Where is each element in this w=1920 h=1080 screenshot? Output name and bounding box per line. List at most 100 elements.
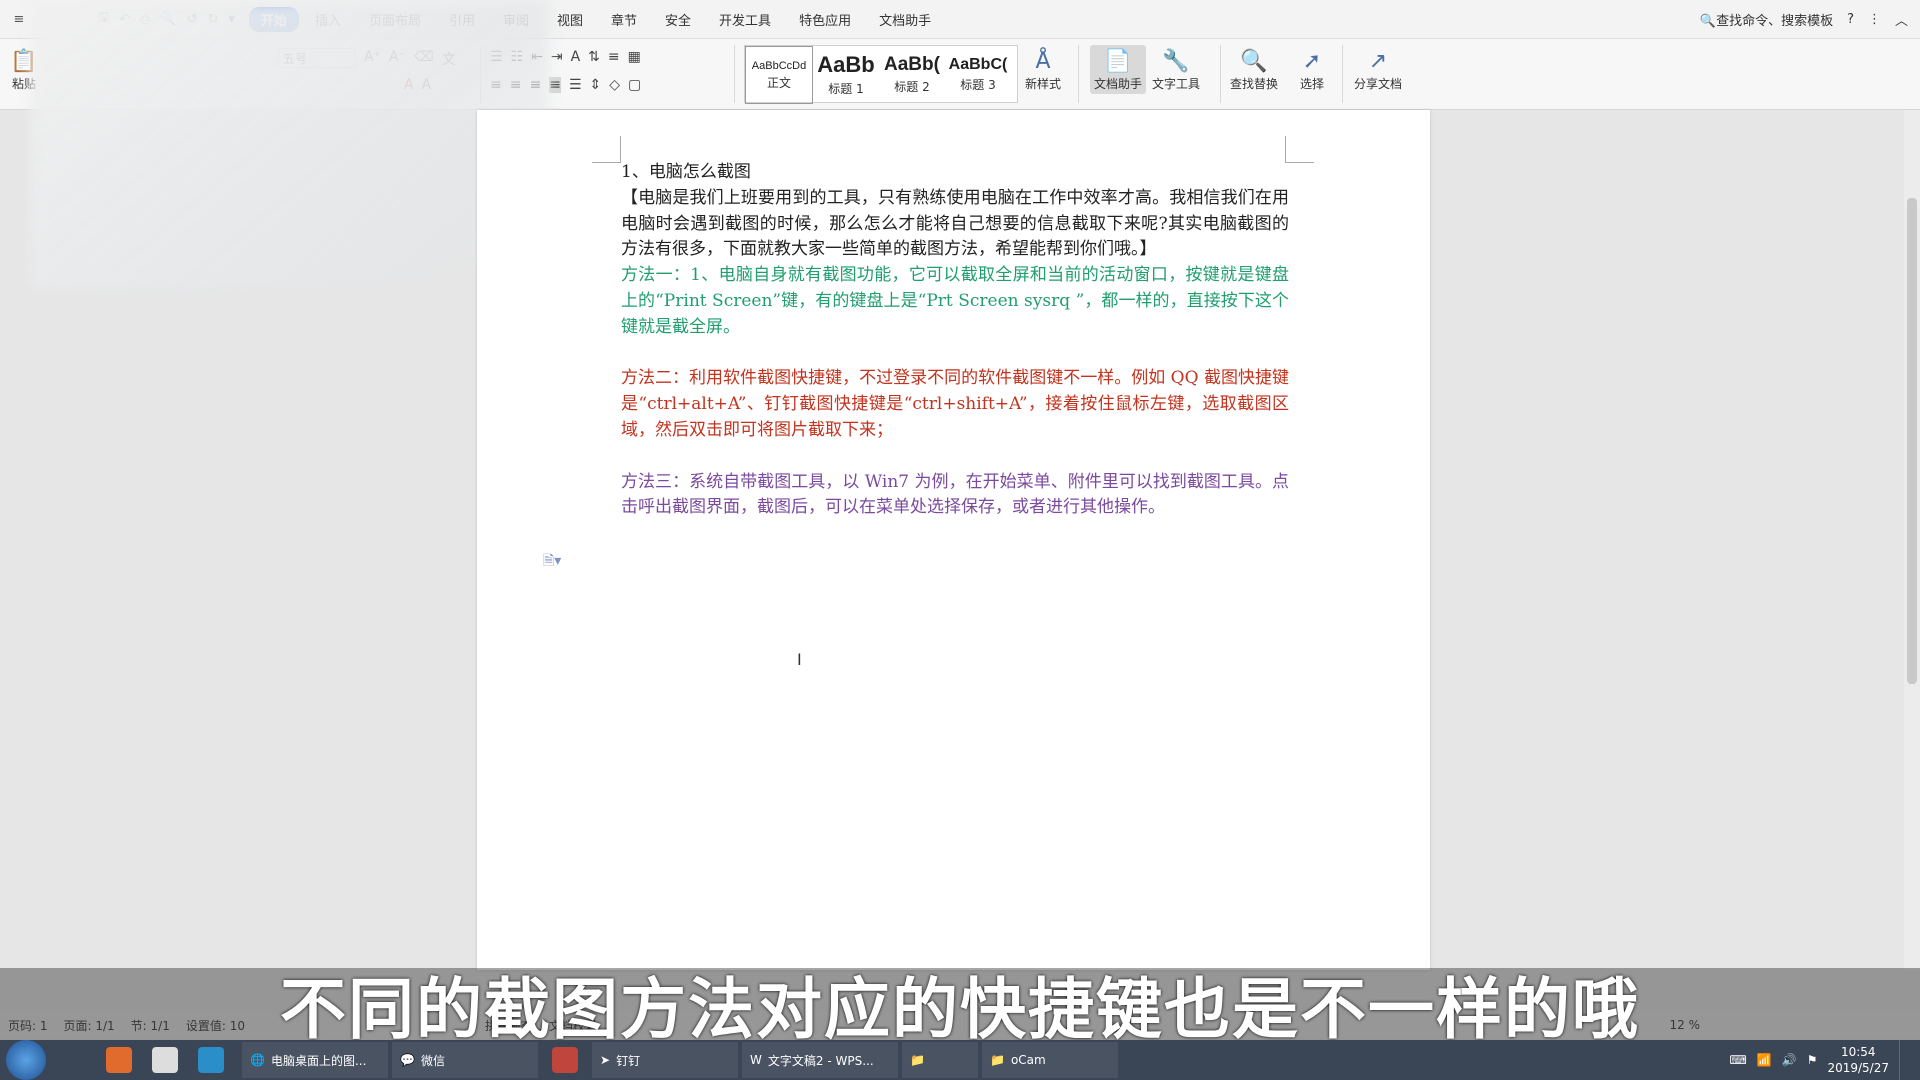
shading-icon[interactable]: ◇ — [609, 77, 620, 93]
undo-icon[interactable]: ↶ — [119, 12, 130, 27]
new-style-label: 新样式 — [1025, 77, 1062, 91]
line-spacing-icon[interactable]: ≡ — [608, 49, 620, 65]
styles-gallery: AaBbCcDd 正文 AaBb 标题 1 AaBb( 标题 2 AaBbC( … — [744, 45, 1018, 104]
document-body[interactable]: 1、电脑怎么截图 【电脑是我们上班要用到的工具，只有熟练使用电脑在工作中效率才高… — [621, 160, 1289, 521]
style-normal[interactable]: AaBbCcDd 正文 — [745, 46, 813, 104]
font-color-icon[interactable]: A — [404, 77, 414, 93]
cursor-arrow-icon: ➚ — [1302, 48, 1322, 74]
font-size-select[interactable]: 五号 — [278, 48, 356, 68]
margin-corner-top-left — [592, 136, 621, 163]
menu-tabs: 开始 插入 页面布局 引用 审阅 视图 章节 安全 开发工具 特色应用 文档助手 — [248, 6, 943, 32]
menu-right: 🔍查找命令、搜索模板 ? ⋮ ︿ — [1700, 0, 1908, 38]
app-icon-4[interactable] — [552, 1047, 578, 1073]
justify-icon[interactable]: ≡ — [549, 77, 561, 93]
style-normal-label: 正文 — [766, 75, 791, 90]
taskbar-item-wechat[interactable]: 💬 微信 — [392, 1042, 538, 1078]
border-icon[interactable]: ▢ — [628, 77, 641, 93]
save-icon[interactable]: 🖫 — [98, 8, 109, 30]
clear-format-icon[interactable]: ⌫ — [414, 49, 434, 69]
print-preview-icon[interactable]: 🔍 — [160, 12, 176, 27]
start-button[interactable] — [6, 1040, 46, 1080]
app-icon-1[interactable] — [106, 1047, 132, 1073]
taskbar-item-label: 微信 — [420, 1053, 445, 1068]
help-button[interactable]: ? — [1847, 12, 1854, 27]
grow-font-icon[interactable]: A⁺ — [364, 49, 381, 69]
paragraph-options-icon[interactable]: 🗎▾ — [543, 550, 561, 574]
doc-heading: 1、电脑怎么截图 — [621, 162, 751, 182]
print-icon[interactable]: ⎙ — [140, 12, 150, 27]
tab-review[interactable]: 审阅 — [491, 7, 541, 32]
redo-arrow-icon[interactable]: ↻ — [207, 12, 218, 27]
taskbar-item-folder[interactable]: 📁 — [902, 1042, 978, 1078]
style-heading-3[interactable]: AaBbC( 标题 3 — [945, 46, 1011, 102]
wechat-icon: 💬 — [400, 1053, 415, 1067]
taskbar-item-desktop-image[interactable]: 🌐 电脑桌面上的图... — [242, 1042, 388, 1078]
keyboard-icon[interactable]: ⌨ — [1729, 1053, 1746, 1067]
clock[interactable]: 10:54 2019/5/27 — [1827, 1044, 1889, 1076]
vertical-scrollbar[interactable] — [1904, 110, 1920, 970]
spacing-icon[interactable]: ⇕ — [590, 77, 602, 93]
taskbar-item-dingtalk[interactable]: ➤ 钉钉 — [592, 1042, 738, 1078]
tab-page-layout[interactable]: 页面布局 — [357, 7, 433, 32]
volume-icon[interactable]: 🔊 — [1782, 1053, 1797, 1067]
new-style-button[interactable]: Å 新样式 — [1025, 47, 1061, 92]
app-icon-2[interactable] — [152, 1047, 178, 1073]
taskbar: 🌐 电脑桌面上的图... 💬 微信 ➤ 钉钉 W 文字文稿2 - WPS... 📁 📁 o… — [0, 1040, 1920, 1080]
tab-doc-assistant[interactable]: 文档助手 — [867, 7, 943, 32]
table-icon[interactable]: ▦ — [628, 49, 641, 65]
tab-security[interactable]: 安全 — [653, 7, 703, 32]
ribbon-separator — [1220, 45, 1221, 103]
shrink-font-icon[interactable]: A⁻ — [389, 49, 406, 69]
align-right-icon[interactable]: ≡ — [529, 77, 541, 93]
ribbon-separator — [1342, 45, 1343, 103]
customize-dropdown-icon[interactable]: ▾ — [228, 12, 235, 27]
show-desktop-button[interactable] — [1899, 1040, 1910, 1080]
decrease-indent-icon[interactable]: ⇤ — [531, 49, 543, 65]
network-icon[interactable]: 📶 — [1757, 1053, 1772, 1067]
tab-references[interactable]: 引用 — [437, 7, 487, 32]
style-heading-1-sample: AaBb — [817, 51, 875, 77]
tab-home[interactable]: 开始 — [248, 6, 299, 32]
flag-icon[interactable]: ⚑ — [1807, 1053, 1818, 1067]
menu-icon[interactable]: ≡ — [10, 12, 28, 27]
share-doc-button[interactable]: ↗ 分享文档 — [1354, 47, 1402, 92]
tab-view[interactable]: 视图 — [545, 7, 595, 32]
folder-icon: 📁 — [910, 1053, 925, 1067]
tab-developer[interactable]: 开发工具 — [707, 7, 783, 32]
bullet-list-icon[interactable]: ☰ — [490, 49, 503, 65]
app-icon-3[interactable] — [198, 1047, 224, 1073]
share-icon: ↗ — [1368, 48, 1388, 74]
tab-insert[interactable]: 插入 — [303, 7, 353, 32]
search-command[interactable]: 🔍查找命令、搜索模板 — [1700, 10, 1833, 29]
doc-helper-button[interactable]: 📄 文档助手 — [1090, 45, 1147, 94]
numbered-list-icon[interactable]: ☷ — [511, 49, 524, 65]
clock-date: 2019/5/27 — [1827, 1061, 1889, 1075]
ribbon-separator — [734, 45, 735, 103]
phonetic-icon[interactable]: 文 — [442, 49, 456, 69]
text-tools-button[interactable]: 🔧 文字工具 — [1152, 47, 1200, 92]
doc-intro-paragraph: 【电脑是我们上班要用到的工具，只有熟练使用电脑在工作中效率才高。我相信我们在用电… — [621, 187, 1289, 260]
find-replace-button[interactable]: 🔍 查找替换 — [1230, 47, 1278, 92]
paste-button[interactable]: 📋 粘贴 — [10, 47, 38, 92]
taskbar-item-label: 钉钉 — [616, 1053, 641, 1068]
document-page[interactable]: 1、电脑怎么截图 【电脑是我们上班要用到的工具，只有熟练使用电脑在工作中效率才高… — [477, 110, 1430, 970]
align-center-icon[interactable]: ≡ — [510, 77, 522, 93]
style-heading-2[interactable]: AaBb( 标题 2 — [879, 46, 945, 102]
style-heading-1[interactable]: AaBb 标题 1 — [813, 46, 879, 102]
text-direction-icon[interactable]: A — [571, 49, 581, 65]
undo-arrow-icon[interactable]: ↺ — [187, 12, 198, 27]
taskbar-item-ocam[interactable]: 📁 oCam — [982, 1042, 1118, 1078]
increase-indent-icon[interactable]: ⇥ — [551, 49, 563, 65]
scrollbar-thumb[interactable] — [1907, 198, 1917, 684]
distribute-icon[interactable]: ☰ — [569, 77, 582, 93]
collapse-ribbon-button[interactable]: ︿ — [1895, 10, 1908, 29]
select-button[interactable]: ➚ 选择 — [1298, 47, 1326, 92]
align-left-icon[interactable]: ≡ — [490, 77, 502, 93]
more-button[interactable]: ⋮ — [1868, 12, 1881, 27]
taskbar-item-label: 文字文稿2 - WPS... — [767, 1053, 874, 1068]
sort-icon[interactable]: ⇅ — [588, 49, 600, 65]
tab-chapter[interactable]: 章节 — [599, 7, 649, 32]
char-shading-icon[interactable]: A — [422, 77, 432, 93]
taskbar-item-wps[interactable]: W 文字文稿2 - WPS... — [742, 1042, 898, 1078]
tab-features[interactable]: 特色应用 — [787, 7, 863, 32]
